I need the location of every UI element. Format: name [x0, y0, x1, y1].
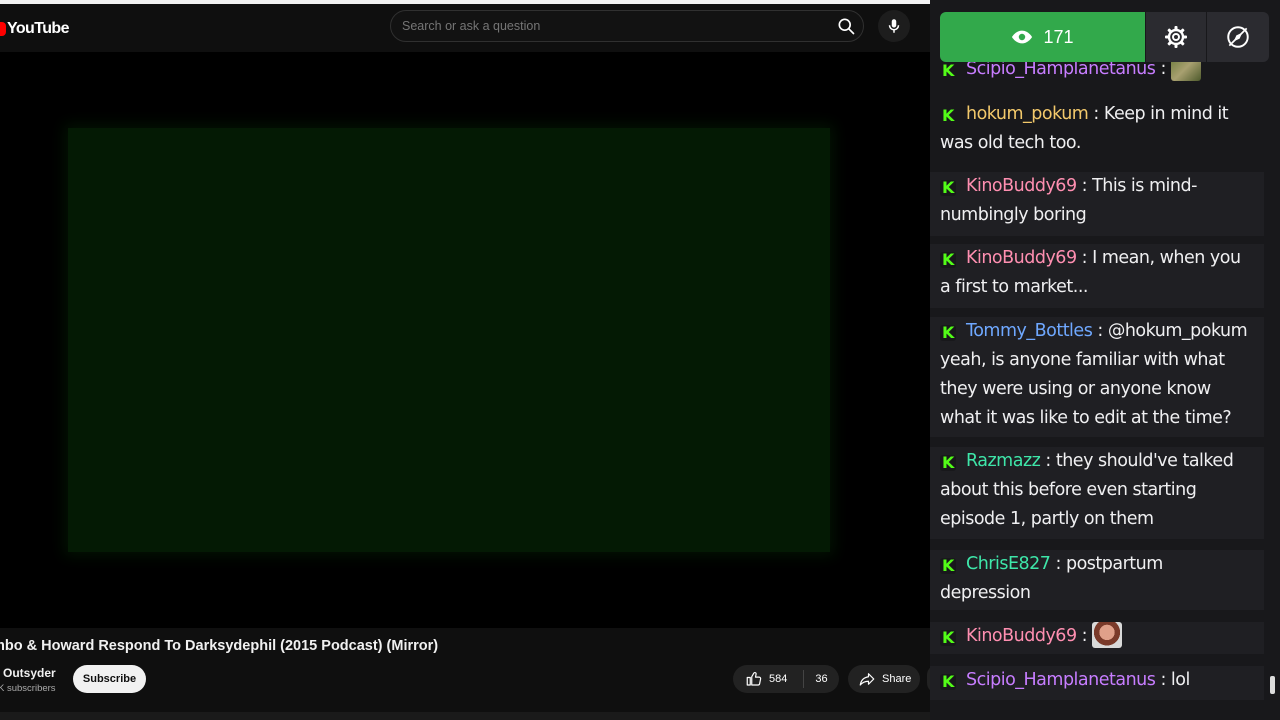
like-count: 584 — [769, 673, 788, 685]
chat-username[interactable]: ChrisE827 — [966, 554, 1051, 574]
youtube-window: YouTube mbo & Howard Respond To Darksyde… — [0, 0, 930, 720]
dislike-button[interactable]: 36 — [804, 673, 839, 685]
video-title: mbo & Howard Respond To Darksydephil (20… — [0, 638, 439, 654]
kick-badge-icon: K — [940, 556, 956, 575]
chat-username[interactable]: KinoBuddy69 — [966, 176, 1077, 196]
chat-separator: : — [1076, 248, 1093, 268]
chat-username[interactable]: Scipio_Hamplanetanus — [966, 670, 1156, 690]
chat-popout-button[interactable] — [1207, 12, 1269, 62]
chat-username[interactable]: Tommy_Bottles — [966, 321, 1093, 341]
kick-badge-icon: K — [940, 178, 956, 197]
chat-message: Khokum_pokum : Keep in mind it was old t… — [930, 100, 1264, 158]
chat-settings-button[interactable] — [1145, 12, 1206, 62]
share-label: Share — [882, 673, 912, 685]
chat-username[interactable]: Scipio_Hamplanetanus — [966, 59, 1156, 79]
gear-icon — [1165, 26, 1187, 48]
chat-message: K Razmazz : they should've talked about t… — [930, 447, 1264, 539]
chat-separator: : — [1076, 176, 1093, 196]
chat-scrollbar[interactable] — [1270, 676, 1275, 694]
kick-badge-icon: K — [940, 323, 956, 342]
youtube-play-icon — [0, 22, 6, 36]
chat-username[interactable]: KinoBuddy69 — [966, 248, 1077, 268]
chat-separator: : — [1155, 670, 1171, 690]
video-player[interactable] — [0, 52, 930, 628]
like-dislike-group: 584 36 — [733, 665, 839, 693]
chat-username[interactable]: hokum_pokum — [966, 104, 1089, 124]
search-input[interactable] — [402, 19, 822, 33]
voice-search-button[interactable] — [878, 10, 910, 42]
thumbs-up-icon — [746, 672, 762, 686]
chat-separator: : — [1076, 626, 1093, 646]
kick-badge-icon: K — [940, 250, 956, 269]
chat-separator: : — [1155, 59, 1171, 79]
dislike-count: 36 — [815, 673, 828, 685]
chat-separator: : — [1040, 451, 1056, 471]
kick-badge-icon: K — [940, 453, 956, 472]
video-frame[interactable] — [68, 128, 830, 552]
youtube-logo[interactable]: YouTube — [0, 18, 69, 40]
chat-message: K KinoBuddy69 : This is mind-numbingly bo… — [930, 172, 1264, 236]
youtube-header: YouTube — [0, 4, 930, 52]
chat-separator: : — [1088, 104, 1104, 124]
bottom-strip — [0, 712, 930, 720]
chat-message: K KinoBuddy69 : — [930, 622, 1264, 654]
kick-badge-icon: K — [940, 61, 956, 80]
chat-username[interactable]: KinoBuddy69 — [966, 626, 1077, 646]
kick-badge-icon: K — [940, 628, 956, 647]
chat-username[interactable]: Razmazz — [966, 451, 1041, 471]
search-icon — [838, 18, 855, 35]
viewer-count: 171 — [1043, 26, 1074, 47]
chat-separator: : — [1092, 321, 1108, 341]
channel-name[interactable]: Outsyder — [3, 666, 56, 680]
search-button[interactable] — [830, 12, 862, 40]
chat-message: K KinoBuddy69 : I mean, when you a first … — [930, 244, 1264, 308]
kick-badge-icon: K — [940, 672, 956, 691]
video-info: mbo & Howard Respond To Darksydephil (20… — [0, 628, 930, 720]
eye-icon — [1012, 30, 1033, 44]
chat-message: K Tommy_Bottles : @hokum_pokum yeah, is a… — [930, 317, 1264, 437]
subscribe-button[interactable]: Subscribe — [73, 665, 146, 693]
share-button[interactable]: Share — [848, 665, 920, 693]
chat-separator: : — [1050, 554, 1066, 574]
compass-icon — [1227, 26, 1249, 48]
kick-badge-icon: K — [940, 106, 956, 125]
channel-subscriber-count: K subscribers — [0, 683, 56, 694]
chat-panel: K Scipio_Hamplanetanus : 171 K hokum_pok… — [930, 0, 1280, 720]
chat-message: K Scipio_Hamplanetanus : lol — [930, 666, 1264, 700]
youtube-logo-text: YouTube — [7, 20, 69, 37]
search-box[interactable] — [390, 10, 864, 42]
like-button[interactable]: 584 — [733, 665, 803, 693]
viewer-count-badge: 171 — [940, 12, 1145, 62]
face-emote-icon — [1092, 622, 1123, 648]
microphone-icon — [888, 19, 900, 33]
chat-text: lol — [1170, 670, 1190, 690]
share-icon — [859, 673, 875, 686]
chat-message: K ChrisE827 : postpartum depression — [930, 550, 1264, 610]
